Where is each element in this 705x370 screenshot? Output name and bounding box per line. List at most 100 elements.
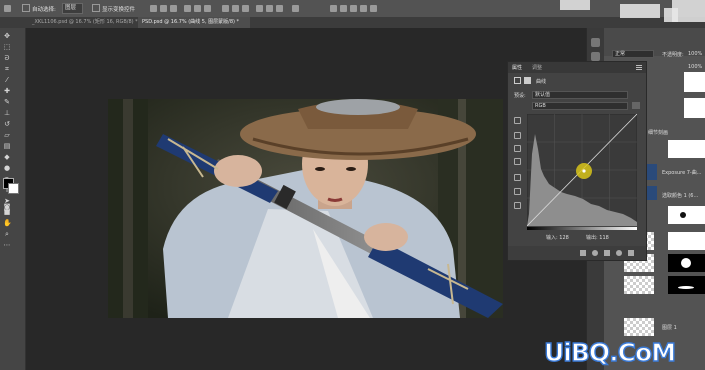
align-bottom-icon[interactable] xyxy=(170,5,177,12)
hand-icon[interactable]: ✋ xyxy=(3,219,12,227)
blur-icon[interactable]: ◆ xyxy=(3,153,11,161)
document-tab[interactable]: _XKL1106.psd @ 16.7% (矩形 16, RGB/8) * xyxy=(28,17,138,28)
align-left-icon[interactable] xyxy=(184,5,191,12)
gradient-icon[interactable]: ▤ xyxy=(3,142,11,150)
tab-properties[interactable]: 属性 xyxy=(512,64,522,71)
pixelated-blur xyxy=(620,4,660,18)
move-icon[interactable]: ✥ xyxy=(3,32,11,40)
opacity-value[interactable]: 100% xyxy=(688,51,702,57)
layer-mask-thumbnail[interactable] xyxy=(668,206,705,224)
layer-mask-icon[interactable] xyxy=(524,77,531,84)
layer-thumbnail[interactable] xyxy=(624,318,654,336)
3d-rotate-icon[interactable] xyxy=(330,5,337,12)
layer-name[interactable]: Exposure 7-曲... xyxy=(662,169,702,176)
fill-value[interactable]: 100% xyxy=(688,64,702,70)
history-icon[interactable] xyxy=(591,38,600,47)
visibility-eye-icon[interactable] xyxy=(616,250,622,256)
brush-icon[interactable]: ✎ xyxy=(3,98,11,106)
info-icon[interactable] xyxy=(591,52,600,61)
3d-scale-icon[interactable] xyxy=(370,5,377,12)
distribute-middle-icon[interactable] xyxy=(232,5,239,12)
pixelated-blur xyxy=(672,0,705,22)
gradient-bar xyxy=(527,227,637,230)
eraser-icon[interactable]: ▱ xyxy=(3,131,11,139)
black-point-eyedropper-icon[interactable] xyxy=(514,132,521,139)
layer-thumbnail[interactable] xyxy=(646,164,657,180)
history-brush-icon[interactable]: ↺ xyxy=(3,120,11,128)
layer-mask-thumbnail[interactable] xyxy=(668,254,705,272)
show-transform-checkbox[interactable] xyxy=(92,4,100,12)
layer-thumbnail[interactable] xyxy=(684,72,705,92)
auto-button[interactable] xyxy=(632,102,640,109)
swap-colors-icon[interactable] xyxy=(14,195,22,203)
panel-menu-icon[interactable] xyxy=(636,65,642,66)
properties-panel: 属性 调整 曲线 预设: 默认值 RGB 输入: 128 输出: 118 xyxy=(507,61,647,261)
auto-align-icon[interactable] xyxy=(292,5,299,12)
blend-mode-select[interactable]: 正常 xyxy=(612,50,654,58)
distribute-bottom-icon[interactable] xyxy=(242,5,249,12)
dodge-icon[interactable]: ● xyxy=(3,164,11,172)
curves-graph[interactable] xyxy=(527,114,637,226)
layer-name[interactable]: 选取颜色 1 (6... xyxy=(662,192,698,199)
layer-thumbnail[interactable] xyxy=(624,276,654,294)
layer-thumbnail[interactable] xyxy=(646,186,657,200)
channel-dropdown[interactable]: RGB xyxy=(532,102,628,110)
lasso-icon[interactable]: ᘐ xyxy=(3,54,11,62)
auto-select-label: 自动选择: xyxy=(32,7,56,13)
show-transform-label: 显示变换控件 xyxy=(102,7,136,13)
layer-name[interactable]: 图层 1 xyxy=(662,324,677,331)
on-image-adjust-icon[interactable] xyxy=(514,117,521,124)
3d-roll-icon[interactable] xyxy=(340,5,347,12)
align-middle-icon[interactable] xyxy=(160,5,167,12)
tab-label: PSD.psd @ 16.7% (曲线 5, 图层蒙版/8) * xyxy=(142,19,240,25)
distribute-center-icon[interactable] xyxy=(266,5,273,12)
preset-dropdown[interactable]: 默认值 xyxy=(532,91,628,99)
layer-thumbnail[interactable] xyxy=(684,98,705,118)
distribute-top-icon[interactable] xyxy=(222,5,229,12)
tools-panel: ✥ ⬚ ᘐ ⌗ ⁄ ✚ ✎ ⊥ ↺ ▱ ▤ ◆ ● ✒ T ➤ ■ ✋ ⌕ ⋯ … xyxy=(0,28,26,370)
properties-panel-header: 属性 调整 xyxy=(508,62,646,73)
watermark-logo: UiBQ.CoM xyxy=(543,337,676,367)
background-color[interactable] xyxy=(8,183,19,194)
clip-to-layer-icon[interactable] xyxy=(580,250,586,256)
reset-icon[interactable] xyxy=(604,250,610,256)
eyedropper-icon[interactable]: ⁄ xyxy=(3,76,11,84)
trash-icon[interactable] xyxy=(628,250,634,256)
3d-pan-icon[interactable] xyxy=(350,5,357,12)
marquee-icon[interactable]: ⬚ xyxy=(3,43,11,51)
layer-name[interactable]: 细节刻画 xyxy=(648,129,668,136)
align-top-icon[interactable] xyxy=(150,5,157,12)
opacity-label: 不透明度: xyxy=(662,52,684,58)
document-tab-active[interactable]: PSD.psd @ 16.7% (曲线 5, 图层蒙版/8) * xyxy=(138,17,250,28)
gray-point-eyedropper-icon[interactable] xyxy=(514,145,521,152)
view-previous-icon[interactable] xyxy=(592,250,598,256)
document-tab-bar: _XKL1106.psd @ 16.7% (矩形 16, RGB/8) * PS… xyxy=(0,17,705,28)
zoom-icon[interactable]: ⌕ xyxy=(3,230,11,238)
properties-footer xyxy=(508,246,646,260)
preset-label: 预设: xyxy=(514,93,526,99)
input-value: 输入: 128 xyxy=(546,235,569,241)
more-tools-icon[interactable]: ⋯ xyxy=(3,241,11,249)
layer-mask-thumbnail[interactable] xyxy=(668,232,705,250)
3d-slide-icon[interactable] xyxy=(360,5,367,12)
healing-icon[interactable]: ✚ xyxy=(3,87,11,95)
auto-select-dropdown[interactable]: 图层 xyxy=(62,3,84,14)
quick-mask-icon[interactable]: ◙ xyxy=(3,203,11,211)
layer-mask-thumbnail[interactable] xyxy=(668,276,705,294)
tab-label: _XKL1106.psd @ 16.7% (矩形 16, RGB/8) * xyxy=(32,19,138,25)
crop-icon[interactable]: ⌗ xyxy=(3,65,11,73)
align-center-icon[interactable] xyxy=(194,5,201,12)
distribute-right-icon[interactable] xyxy=(276,5,283,12)
curve-edit-points-icon[interactable] xyxy=(514,174,521,181)
photo-image xyxy=(108,99,503,318)
move-tool-preset-icon[interactable] xyxy=(4,5,11,12)
stamp-icon[interactable]: ⊥ xyxy=(3,109,11,117)
layer-mask-thumbnail[interactable] xyxy=(668,140,705,158)
align-right-icon[interactable] xyxy=(204,5,211,12)
tab-adjustments[interactable]: 调整 xyxy=(532,64,542,71)
smooth-curve-icon[interactable] xyxy=(514,202,521,209)
white-point-eyedropper-icon[interactable] xyxy=(514,158,521,165)
pencil-draw-icon[interactable] xyxy=(514,188,521,195)
distribute-left-icon[interactable] xyxy=(256,5,263,12)
auto-select-checkbox[interactable] xyxy=(22,4,30,12)
